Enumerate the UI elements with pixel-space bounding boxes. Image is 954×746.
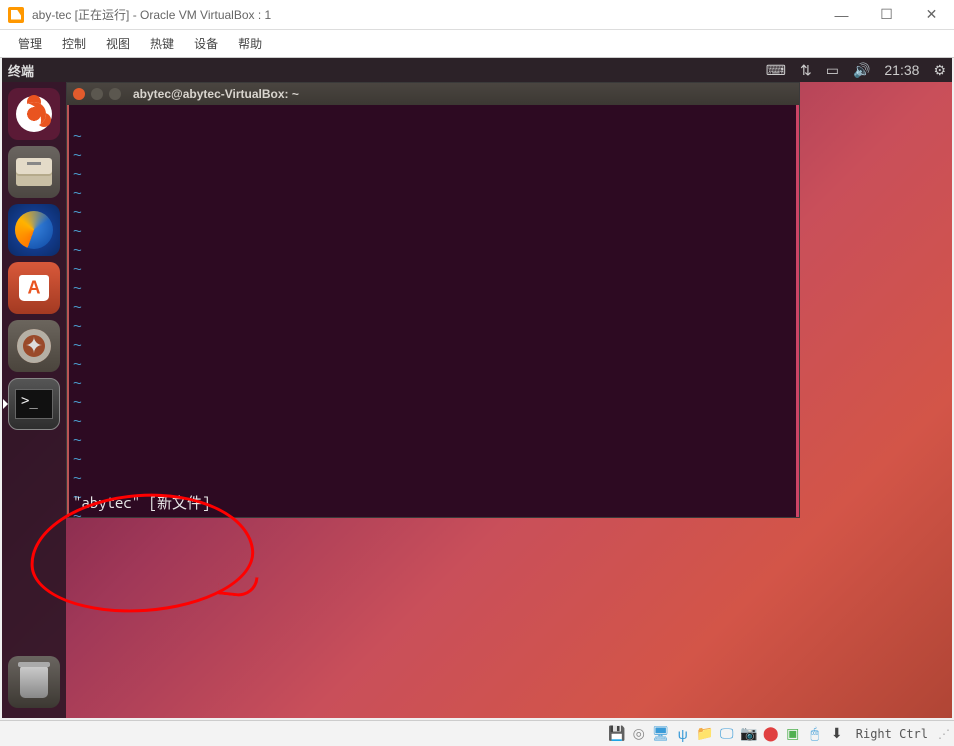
network-icon[interactable]: ⇅ [800, 62, 812, 79]
terminal-titlebar[interactable]: abytec@abytec-VirtualBox: ~ [67, 83, 799, 105]
software-icon [19, 275, 49, 301]
launcher-firefox[interactable] [8, 204, 60, 256]
terminal-title: abytec@abytec-VirtualBox: ~ [133, 87, 299, 101]
panel-app-title: 终端 [8, 61, 34, 80]
status-capture-icon[interactable]: ⬇ [828, 725, 846, 743]
terminal-window: abytec@abytec-VirtualBox: ~ ~~~~~~~~~~~~… [66, 82, 800, 518]
ubuntu-top-panel: 终端 ⌨ ⇅ ▭ 🔊 21:38 ⚙ [2, 58, 952, 82]
window-close-button[interactable]: ✕ [909, 0, 954, 30]
status-optical-icon[interactable]: ◎ [630, 725, 648, 743]
status-mouse-icon[interactable]: 🖱 [806, 725, 824, 743]
vbox-window-title: aby-tec [正在运行] - Oracle VM VirtualBox : … [32, 6, 819, 23]
running-indicator-icon [3, 399, 8, 409]
terminal-close-button[interactable] [73, 88, 85, 100]
menu-hotkeys[interactable]: 热键 [140, 31, 184, 56]
firefox-icon [15, 211, 53, 249]
launcher-terminal[interactable] [8, 378, 60, 430]
launcher-trash[interactable] [8, 656, 60, 708]
unity-launcher [2, 82, 66, 718]
battery-icon[interactable]: ▭ [826, 62, 839, 79]
status-usb-icon[interactable]: ψ [674, 725, 692, 743]
menu-control[interactable]: 控制 [52, 31, 96, 56]
ubuntu-logo-icon [16, 96, 52, 132]
clock[interactable]: 21:38 [884, 62, 919, 78]
status-network-icon[interactable]: 🖥 [652, 725, 670, 743]
vim-status-line: "abytec" [新文件] [73, 492, 210, 513]
resize-grip-icon[interactable]: ⋰ [938, 727, 948, 741]
menu-manage[interactable]: 管理 [8, 31, 52, 56]
settings-icon [17, 329, 51, 363]
vbox-status-bar: 💾 ◎ 🖥 ψ 📁 🖵 📷 ⬤ ▣ 🖱 ⬇ Right Ctrl ⋰ [0, 720, 954, 746]
vbox-app-icon [8, 7, 24, 23]
terminal-scrollbar[interactable] [796, 105, 799, 517]
launcher-settings[interactable] [8, 320, 60, 372]
status-cpu-icon[interactable]: ▣ [784, 725, 802, 743]
launcher-software[interactable] [8, 262, 60, 314]
terminal-maximize-button[interactable] [109, 88, 121, 100]
menu-view[interactable]: 视图 [96, 31, 140, 56]
status-camera-icon[interactable]: 📷 [740, 725, 758, 743]
system-gear-icon[interactable]: ⚙ [933, 62, 946, 79]
status-recording-icon[interactable]: ⬤ [762, 725, 780, 743]
window-minimize-button[interactable]: — [819, 0, 864, 30]
status-shared-folder-icon[interactable]: 📁 [696, 725, 714, 743]
keyboard-layout-icon[interactable]: ⌨ [766, 62, 786, 79]
ubuntu-desktop: 终端 ⌨ ⇅ ▭ 🔊 21:38 ⚙ [2, 58, 952, 718]
vbox-menubar: 管理 控制 视图 热键 设备 帮助 [0, 30, 954, 58]
host-key-label: Right Ctrl [850, 727, 934, 741]
trash-icon [20, 666, 48, 698]
menu-help[interactable]: 帮助 [228, 31, 272, 56]
menu-devices[interactable]: 设备 [184, 31, 228, 56]
window-maximize-button[interactable]: ☐ [864, 0, 909, 30]
launcher-dash[interactable] [8, 88, 60, 140]
terminal-minimize-button[interactable] [91, 88, 103, 100]
vbox-titlebar: aby-tec [正在运行] - Oracle VM VirtualBox : … [0, 0, 954, 30]
terminal-text-area[interactable]: ~~~~~~~~~~~~~~~~~~~~~ [67, 105, 796, 517]
status-hdd-icon[interactable]: 💾 [608, 725, 626, 743]
terminal-icon [15, 389, 53, 419]
volume-icon[interactable]: 🔊 [853, 62, 870, 79]
status-display-icon[interactable]: 🖵 [718, 725, 736, 743]
launcher-files[interactable] [8, 146, 60, 198]
files-icon [16, 158, 52, 186]
